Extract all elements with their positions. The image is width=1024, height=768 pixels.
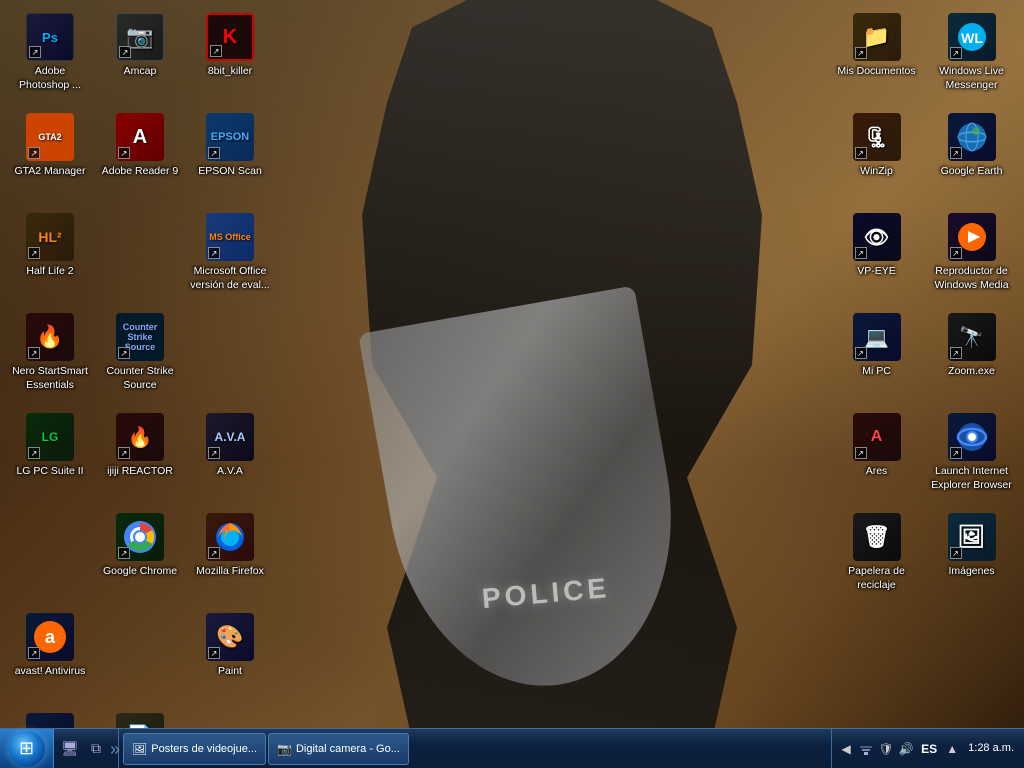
icon-windows-media[interactable]: ↗ Reproductor de Windows Media <box>924 205 1019 305</box>
tray-up-arrow[interactable]: ▲ <box>944 741 960 757</box>
taskbar-app-camera[interactable]: 📷 Digital camera - Go... <box>268 733 409 765</box>
tray-clock[interactable]: 1:28 a.m. <box>964 741 1018 755</box>
icon-ms-office[interactable]: MS Office ↗ Microsoft Office versión de … <box>185 205 275 305</box>
tray-security[interactable]: 🛡 <box>878 741 894 757</box>
icon-google-chrome[interactable]: ↗ Google Chrome <box>95 505 185 605</box>
icon-avast[interactable]: a ↗ avast! Antivirus <box>5 605 95 705</box>
icon-mi-pc[interactable]: 💻 ↗ Mi PC <box>829 305 924 405</box>
taskbar-apps: 🖼 Posters de videojue... 📷 Digital camer… <box>119 729 831 768</box>
icon-paint[interactable]: 🎨 ↗ Paint <box>185 605 275 705</box>
icon-epson[interactable]: EPSON ↗ EPSON Scan <box>185 105 275 205</box>
system-tray: ◀ 🛡 🔊 ES ▲ 1:28 a.m. <box>831 729 1024 768</box>
icon-amcap[interactable]: 📷 ↗ Amcap <box>95 5 185 105</box>
icon-zoom[interactable]: 🔭 ↗ Zoom.exe <box>924 305 1019 405</box>
icon-adobe-reader[interactable]: A ↗ Adobe Reader 9 <box>95 105 185 205</box>
tray-arrow[interactable]: ◀ <box>838 741 854 757</box>
icon-nero[interactable]: 🔥 ↗ Nero StartSmart Essentials <box>5 305 95 405</box>
icon-papelera[interactable]: 🗑 Papelera de reciclaje <box>829 505 924 605</box>
tray-network[interactable] <box>858 741 874 757</box>
desktop-icons-right: 📁 ↗ Mis Documentos WL ↗ Windows Live Mes… <box>824 0 1024 720</box>
switch-windows-button[interactable]: ⧉ <box>84 737 108 761</box>
desktop: Ps ↗ Adobe Photoshop ... 📷 ↗ Amcap K ↗ 8… <box>0 0 1024 768</box>
desktop-icons-left: Ps ↗ Adobe Photoshop ... 📷 ↗ Amcap K ↗ 8… <box>0 0 290 720</box>
icon-mis-documentos[interactable]: 📁 ↗ Mis Documentos <box>829 5 924 105</box>
icon-counter-strike-source[interactable]: Counter Strike Source ↗ Counter Strike S… <box>95 305 185 405</box>
icon-ie[interactable]: ↗ Launch Internet Explorer Browser <box>924 405 1019 505</box>
icon-half-life-2[interactable]: HL² ↗ Half Life 2 <box>5 205 95 305</box>
start-button[interactable]: ⊞ <box>0 729 54 768</box>
icon-vp-eye[interactable]: 👁 ↗ VP-EYE <box>829 205 924 305</box>
svg-text:WL: WL <box>961 30 983 46</box>
icon-mozilla-firefox[interactable]: ↗ Mozilla Firefox <box>185 505 275 605</box>
show-desktop-button[interactable]: 🖥 <box>58 737 82 761</box>
icon-ava[interactable]: A.V.A ↗ A.V.A <box>185 405 275 505</box>
icon-8bit[interactable]: K ↗ 8bit_killer <box>185 5 275 105</box>
taskbar-app-posters[interactable]: 🖼 Posters de videojue... <box>123 733 266 765</box>
quick-launch: 🖥 ⧉ » <box>54 729 119 768</box>
icon-winzip[interactable]: 🗜 ↗ WinZip <box>829 105 924 205</box>
icon-photoshop[interactable]: Ps ↗ Adobe Photoshop ... <box>5 5 95 105</box>
icon-ares[interactable]: A ↗ Ares <box>829 405 924 505</box>
svg-text:a: a <box>45 627 56 647</box>
start-orb: ⊞ <box>9 731 45 767</box>
icon-google-earth[interactable]: ↗ Google Earth <box>924 105 1019 205</box>
tray-language[interactable]: ES <box>918 742 940 756</box>
windows-logo: ⊞ <box>19 738 34 759</box>
tray-speaker[interactable]: 🔊 <box>898 741 914 757</box>
taskbar: ⊞ 🖥 ⧉ » 🖼 Posters de videojue... 📷 Digit… <box>0 728 1024 768</box>
icon-lg-pc-suite[interactable]: LG ↗ LG PC Suite II <box>5 405 95 505</box>
icon-windows-live-messenger[interactable]: WL ↗ Windows Live Messenger <box>924 5 1019 105</box>
icon-ijiji[interactable]: 🔥 ↗ ijiji REACTOR <box>95 405 185 505</box>
icon-imagenes[interactable]: 🖼 ↗ Imágenes <box>924 505 1019 605</box>
icon-gta2[interactable]: GTA2 ↗ GTA2 Manager <box>5 105 95 205</box>
